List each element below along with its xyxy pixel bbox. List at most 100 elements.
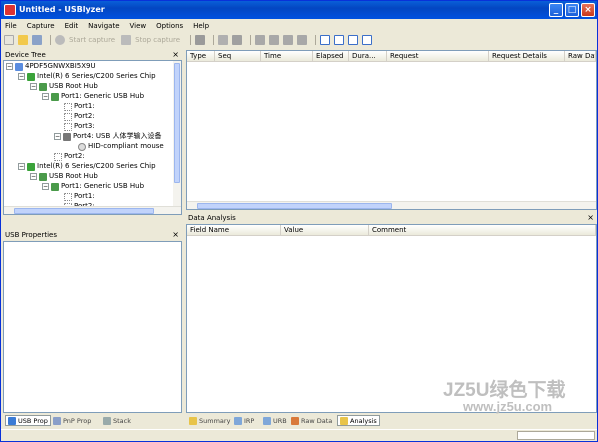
tab-analysis[interactable]: Analysis [337,415,380,426]
scroll-thumb[interactable] [174,63,180,183]
device-tree[interactable]: − 4PDF5GNWXBI5X9U − Intel(R) 6 Series/C2… [3,60,182,215]
find-icon[interactable] [255,35,266,45]
raw-data-icon [291,416,299,425]
capture-list[interactable]: Type Seq Time Elapsed Dura... Request Re… [186,50,597,210]
tree-node-label: Port1: Generic USB Hub [61,92,145,100]
collapse-icon[interactable]: − [42,183,49,190]
pnp-prop-icon [53,416,61,425]
data-analysis-close-button[interactable]: × [587,213,594,223]
column-header-request-details[interactable]: Request Details [489,51,565,62]
search-icon[interactable] [269,35,280,45]
tab-pnp-prop[interactable]: PnP Prop [53,415,91,426]
tab-stack[interactable]: Stack [103,415,131,426]
menu-capture[interactable]: Capture [27,22,55,30]
urb-icon [263,416,271,425]
stop-capture-button[interactable]: Stop capture [135,36,180,44]
close-button[interactable]: × [581,3,595,17]
tree-node-port[interactable]: Port1: [64,102,95,111]
new-file-icon[interactable] [4,35,14,45]
tree-node-controller[interactable]: − Intel(R) 6 Series/C200 Series Chip [18,72,156,81]
capture-list-hscroll[interactable] [187,201,596,209]
scroll-thumb[interactable] [197,203,392,209]
open-folder-icon[interactable] [18,35,28,45]
view-detail-icon[interactable] [348,35,359,45]
tree-node-generic-hub[interactable]: − Port1: Generic USB Hub [42,92,144,101]
column-header-request[interactable]: Request [387,51,489,62]
tab-urb[interactable]: URB [263,415,287,426]
save-icon[interactable] [32,35,42,45]
tree-node-port[interactable]: Port1: [64,192,95,201]
menu-bar: File Capture Edit Navigate View Options … [1,19,597,33]
tree-node-port[interactable]: Port3: [64,122,95,131]
tab-raw-data[interactable]: Raw Data [291,415,332,426]
tab-irp[interactable]: IRP [234,415,254,426]
tree-node-host[interactable]: − 4PDF5GNWXBI5X9U [6,62,96,71]
empty-port-icon [64,102,72,111]
menu-options[interactable]: Options [156,22,183,30]
device-tree-close-button[interactable]: × [172,50,179,60]
tree-node-root-hub[interactable]: − USB Root Hub [30,82,98,91]
tree-node-generic-hub[interactable]: − Port1: Generic USB Hub [42,182,144,191]
column-header-type[interactable]: Type [187,51,215,62]
filter-icon[interactable] [218,35,229,45]
column-header-value[interactable]: Value [281,225,369,236]
scroll-thumb[interactable] [14,208,154,214]
maximize-button[interactable]: □ [565,3,579,17]
computer-icon [15,62,23,71]
tree-node-controller[interactable]: − Intel(R) 6 Series/C200 Series Chip [18,162,156,171]
collapse-icon[interactable]: − [18,163,25,170]
binoculars-icon[interactable] [283,35,294,45]
tab-label: Summary [199,416,231,425]
empty-port-icon [64,112,72,121]
tree-node-mouse[interactable]: HID-compliant mouse [78,142,164,151]
tree-node-label: HID-compliant mouse [88,142,164,150]
menu-help[interactable]: Help [193,22,209,30]
tree-node-root-hub[interactable]: − USB Root Hub [30,172,98,181]
column-header-raw-data[interactable]: Raw Dat [565,51,596,62]
stack-icon [103,416,111,425]
tab-usb-prop[interactable]: USB Prop [5,415,51,426]
column-header-duration[interactable]: Dura... [349,51,387,62]
column-header-comment[interactable]: Comment [369,225,596,236]
stop-capture-icon[interactable] [121,35,132,45]
summary-icon [189,416,197,425]
collapse-icon[interactable]: − [30,83,37,90]
device-tree-vscroll[interactable] [173,61,181,206]
start-capture-icon[interactable] [55,35,65,45]
column-header-field-name[interactable]: Field Name [187,225,281,236]
view-list-icon[interactable] [362,35,373,45]
bookmark-icon[interactable] [297,35,308,45]
data-analysis-title: Data Analysis [188,214,236,222]
document-icon[interactable] [195,35,206,45]
collapse-icon[interactable]: − [6,63,13,70]
watermark-text: JZ5U绿色下载 [443,380,566,401]
tree-node-label: Port1: [74,102,95,110]
minimize-button[interactable]: _ [549,3,563,17]
collapse-icon[interactable]: − [54,133,61,140]
tree-node-input-device[interactable]: − Port4: USB 人体学输入设备 [54,132,162,141]
collapse-icon[interactable]: − [42,93,49,100]
usb-hub-icon [39,172,47,181]
tab-label: PnP Prop [63,416,92,425]
tab-summary[interactable]: Summary [189,415,230,426]
view-split-icon[interactable] [334,35,345,45]
menu-file[interactable]: File [5,22,17,30]
device-tree-hscroll[interactable] [4,206,181,214]
usb-prop-icon [8,416,16,425]
view-pane-icon[interactable] [320,35,331,45]
funnel-icon[interactable] [232,35,243,45]
menu-edit[interactable]: Edit [65,22,79,30]
tree-node-port[interactable]: Port2: [64,112,95,121]
tree-node-port[interactable]: Port2: [54,152,85,161]
collapse-icon[interactable]: − [18,73,25,80]
usb-properties-close-button[interactable]: × [172,230,179,240]
start-capture-button[interactable]: Start capture [69,36,115,44]
toolbar-separator [190,35,192,45]
column-header-elapsed[interactable]: Elapsed [313,51,349,62]
column-header-time[interactable]: Time [261,51,313,62]
menu-view[interactable]: View [130,22,147,30]
menu-navigate[interactable]: Navigate [88,22,119,30]
title-bar[interactable]: Untitled - USBlyzer _ □ × [1,1,597,19]
collapse-icon[interactable]: − [30,173,37,180]
column-header-seq[interactable]: Seq [215,51,261,62]
